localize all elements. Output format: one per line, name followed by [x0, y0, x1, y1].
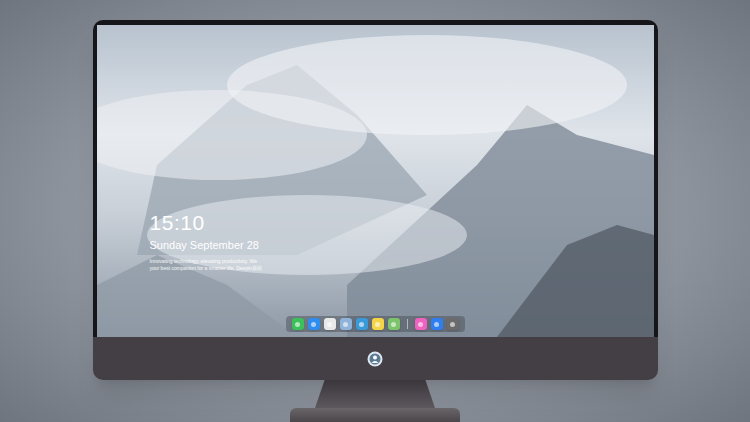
dock-app-icon[interactable] — [356, 318, 368, 330]
dock-app-icon[interactable] — [340, 318, 352, 330]
dock-app-icon[interactable] — [372, 318, 384, 330]
screen: 15:10 Sunday September 28 Innovating techn… — [97, 25, 654, 337]
dock-app-icon[interactable] — [292, 318, 304, 330]
page: 15:10 Sunday September 28 Innovating techn… — [0, 0, 750, 422]
dock-app-icon[interactable] — [324, 318, 336, 330]
bezel: 15:10 Sunday September 28 Innovating techn… — [93, 20, 658, 337]
wallpaper-mountains-icon — [97, 25, 654, 337]
stand-neck — [315, 380, 435, 408]
dock-app-icon[interactable] — [308, 318, 320, 330]
dock-app-icon[interactable] — [388, 318, 400, 330]
dock-separator — [407, 319, 408, 329]
chin — [93, 337, 658, 380]
dock-row — [97, 316, 654, 337]
date: Sunday September 28 — [150, 238, 654, 252]
tagline-line: your best companion for a smarter life. … — [150, 265, 654, 272]
dock — [286, 316, 465, 332]
lock-info: 15:10 Sunday September 28 Innovating techn… — [97, 25, 654, 316]
logo-icon — [367, 351, 383, 367]
dock-app-icon[interactable] — [431, 318, 443, 330]
tagline-line: Innovating technology, elevating product… — [150, 258, 654, 265]
clock: 15:10 — [150, 210, 654, 236]
stand-base — [290, 408, 460, 422]
tagline: Innovating technology, elevating product… — [150, 258, 654, 272]
dock-app-icon[interactable] — [415, 318, 427, 330]
stand — [290, 380, 460, 422]
dock-app-icon[interactable] — [447, 318, 459, 330]
monitor: 15:10 Sunday September 28 Innovating techn… — [93, 20, 658, 380]
